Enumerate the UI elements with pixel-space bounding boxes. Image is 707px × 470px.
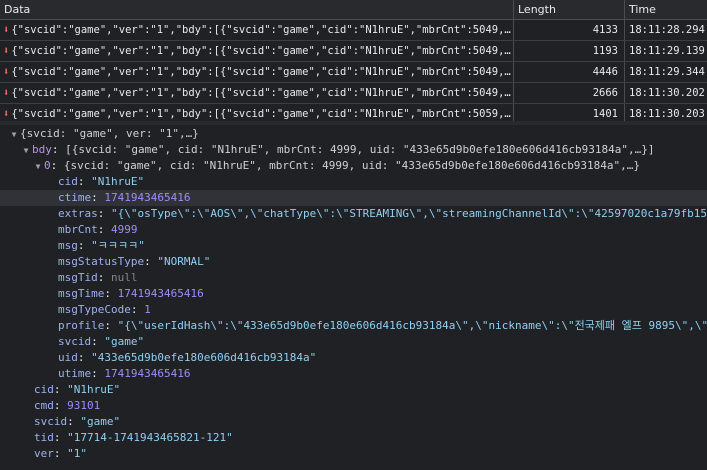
column-header-data[interactable]: Data (0, 0, 514, 19)
table-row[interactable]: ⬇ {"svcid":"game","ver":"1","bdy":[{"svci… (0, 41, 707, 62)
tree-property-row[interactable]: svcid: "game" (0, 334, 707, 350)
property-value: 1 (144, 303, 151, 316)
collapse-arrow-icon[interactable]: ▼ (32, 159, 44, 175)
incoming-arrow-icon: ⬇ (3, 108, 10, 120)
messages-table: Data Length Time ⬇ {"svcid":"game","ver":… (0, 0, 707, 125)
tree-property-row[interactable]: cmd: 93101 (0, 398, 707, 414)
bdy-preview: [{svcid: "game", cid: "N1hruE", mbrCnt: … (65, 143, 655, 156)
table-row[interactable]: ⬇ {"svcid":"game","ver":"1","bdy":[{"svci… (0, 83, 707, 104)
property-key: msgStatusType (58, 255, 145, 268)
tree-property-row[interactable]: profile: "{\"userIdHash\":\"433e65d9b0ef… (0, 318, 707, 334)
cell-time: 18:11:28.294 (629, 24, 705, 36)
cell-data: ⬇ {"svcid":"game","ver":"1","bdy":[{"svci… (0, 20, 514, 40)
property-value: "N1hruE" (91, 175, 145, 188)
incoming-arrow-icon: ⬇ (3, 24, 10, 36)
message-data: {"svcid":"game","ver":"1","bdy":[{"svcid… (11, 66, 513, 78)
property-key: uid (58, 351, 78, 364)
property-value: null (111, 271, 138, 284)
message-data: {"svcid":"game","ver":"1","bdy":[{"svcid… (11, 87, 513, 99)
property-value: 1741943465416 (104, 367, 191, 380)
column-header-length[interactable]: Length (514, 0, 625, 19)
tree-bdy-row[interactable]: ▼ bdy: [{svcid: "game", cid: "N1hruE", mb… (0, 142, 707, 158)
property-key: cmd (34, 399, 54, 412)
property-key: msgTid (58, 271, 98, 284)
tree-property-row[interactable]: utime: 1741943465416 (0, 366, 707, 382)
property-key: svcid (34, 415, 68, 428)
cell-data: ⬇ {"svcid":"game","ver":"1","bdy":[{"svci… (0, 41, 514, 61)
property-value: 1741943465416 (117, 287, 204, 300)
message-detail-tree: ▼ {svcid: "game", ver: "1",…} ▼ bdy: [{svc… (0, 126, 707, 470)
tree-property-row[interactable]: msgTid: null (0, 270, 707, 286)
property-key: utime (58, 367, 92, 380)
property-key: msgTypeCode (58, 303, 131, 316)
tree-property-row[interactable]: msgTypeCode: 1 (0, 302, 707, 318)
incoming-arrow-icon: ⬇ (3, 45, 10, 57)
cell-time: 18:11:29.139 (629, 45, 705, 57)
property-key: extras (58, 207, 98, 220)
property-value: "17714-1741943465821-121" (67, 431, 233, 444)
property-value: "N1hruE" (67, 383, 121, 396)
tree-property-row[interactable]: msg: "ㅋㅋㅋㅋ" (0, 238, 707, 254)
tree-item-row[interactable]: ▼ 0: {svcid: "game", cid: "N1hruE", mbrCn… (0, 158, 707, 174)
tree-property-row[interactable]: uid: "433e65d9b0efe180e606d416cb93184a" (0, 350, 707, 366)
property-key: msg (58, 239, 78, 252)
cell-time: 18:11:30.202 (629, 87, 705, 99)
tree-property-row[interactable]: ver: "1" (0, 446, 707, 462)
cell-length: 2666 (514, 83, 625, 103)
property-value: "433e65d9b0efe180e606d416cb93184a" (91, 351, 317, 364)
property-value: 1741943465416 (104, 191, 191, 204)
cell-length: 4446 (514, 62, 625, 82)
tree-property-row[interactable]: extras: "{\"osType\":\"AOS\",\"chatType\… (0, 206, 707, 222)
message-data: {"svcid":"game","ver":"1","bdy":[{"svcid… (11, 108, 513, 120)
property-value: "{\"userIdHash\":\"433e65d9b0efe180e606d… (117, 319, 707, 332)
cell-time: 18:11:29.344 (629, 66, 705, 78)
collapse-arrow-icon[interactable]: ▼ (20, 143, 32, 159)
property-value: "{\"osType\":\"AOS\",\"chatType\":\"STRE… (111, 207, 707, 220)
property-value: 93101 (67, 399, 101, 412)
property-key: cid (34, 383, 54, 396)
table-row[interactable]: ⬇ {"svcid":"game","ver":"1","bdy":[{"svci… (0, 20, 707, 41)
tree-property-row[interactable]: mbrCnt: 4999 (0, 222, 707, 238)
property-value: "ㅋㅋㅋㅋ" (91, 239, 145, 252)
message-data: {"svcid":"game","ver":"1","bdy":[{"svcid… (11, 45, 513, 57)
table-row[interactable]: ⬇ {"svcid":"game","ver":"1","bdy":[{"svci… (0, 62, 707, 83)
tree-property-row[interactable]: svcid: "game" (0, 414, 707, 430)
tree-property-row[interactable]: cid: "N1hruE" (0, 174, 707, 190)
cell-data: ⬇ {"svcid":"game","ver":"1","bdy":[{"svci… (0, 83, 514, 103)
panel-resizer[interactable] (0, 121, 707, 125)
tree-root-row[interactable]: ▼ {svcid: "game", ver: "1",…} (0, 126, 707, 142)
property-key: ctime (58, 191, 92, 204)
property-key: cid (58, 175, 78, 188)
tree-property-row[interactable]: msgTime: 1741943465416 (0, 286, 707, 302)
property-value: "game" (80, 415, 121, 428)
property-value: "1" (67, 447, 87, 460)
incoming-arrow-icon: ⬇ (3, 66, 10, 78)
root-preview: {svcid: "game", ver: "1",…} (20, 127, 199, 140)
incoming-arrow-icon: ⬇ (3, 87, 10, 99)
tree-property-row[interactable]: cid: "N1hruE" (0, 382, 707, 398)
cell-data: ⬇ {"svcid":"game","ver":"1","bdy":[{"svci… (0, 62, 514, 82)
collapse-arrow-icon[interactable]: ▼ (8, 127, 20, 143)
property-key: mbrCnt (58, 223, 98, 236)
property-key: svcid (58, 335, 92, 348)
property-value: 4999 (111, 223, 138, 236)
tree-property-row[interactable]: ctime: 1741943465416 (0, 190, 707, 206)
property-key: msgTime (58, 287, 105, 300)
property-key: ver (34, 447, 54, 460)
tree-property-row[interactable]: tid: "17714-1741943465821-121" (0, 430, 707, 446)
item-preview: {svcid: "game", cid: "N1hruE", mbrCnt: 4… (63, 159, 641, 172)
table-header: Data Length Time (0, 0, 707, 20)
tree-key: 0 (44, 159, 51, 172)
cell-length: 4133 (514, 20, 625, 40)
message-data: {"svcid":"game","ver":"1","bdy":[{"svcid… (11, 24, 513, 36)
property-key: profile (58, 319, 105, 332)
column-header-time[interactable]: Time (625, 0, 707, 19)
property-value: "NORMAL" (157, 255, 211, 268)
tree-key: bdy (32, 143, 52, 156)
cell-length: 1193 (514, 41, 625, 61)
property-value: "game" (104, 335, 145, 348)
property-key: tid (34, 431, 54, 444)
tree-property-row[interactable]: msgStatusType: "NORMAL" (0, 254, 707, 270)
